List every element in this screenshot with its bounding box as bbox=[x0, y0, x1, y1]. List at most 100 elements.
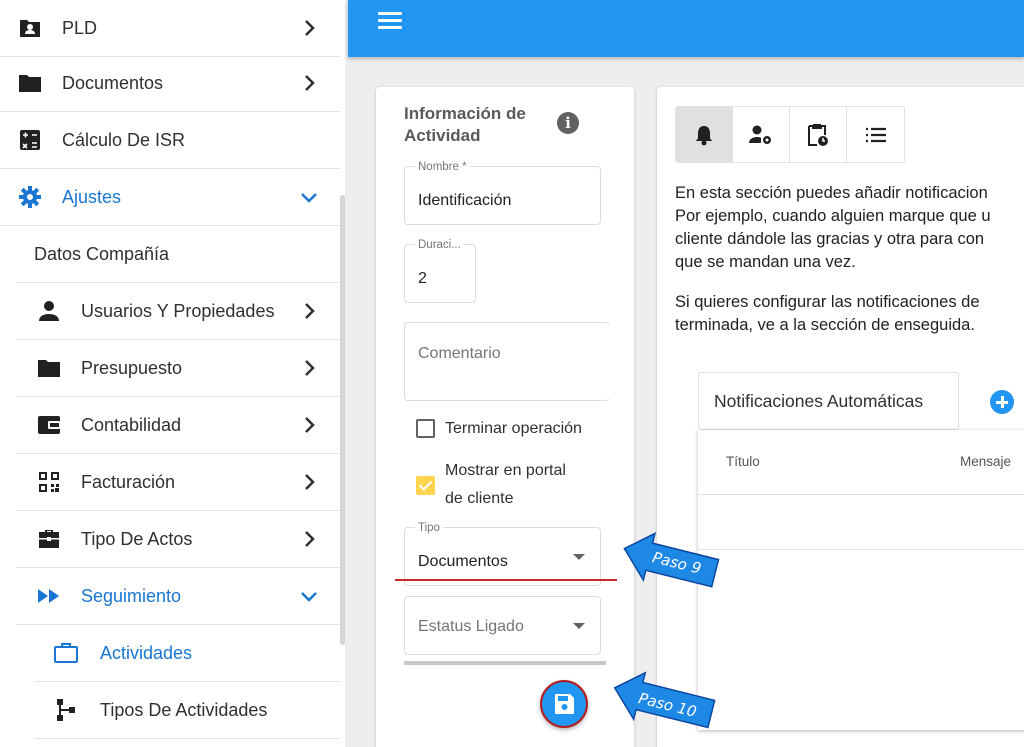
duracion-value: 2 bbox=[418, 270, 427, 287]
info-icon[interactable]: i bbox=[557, 112, 579, 134]
sidebar-item-documentos[interactable]: Documentos bbox=[0, 55, 340, 112]
folder-icon bbox=[17, 70, 43, 96]
sidebar-item-label: Datos Compañía bbox=[34, 243, 170, 264]
sidebar: PLD Documentos Cálculo De ISR Ajustes Da… bbox=[0, 0, 345, 747]
dropdown-caret-icon bbox=[573, 554, 585, 560]
terminar-label: Terminar operación bbox=[445, 419, 582, 437]
chevron-right-icon bbox=[305, 303, 315, 319]
sidebar-item-label: Actividades bbox=[100, 642, 193, 663]
estatus-ligado-select[interactable]: Estatus Ligado bbox=[404, 596, 601, 655]
sidebar-item-actividades[interactable]: Actividades bbox=[34, 625, 340, 682]
user-settings-tab-button[interactable] bbox=[733, 107, 790, 162]
chevron-right-icon bbox=[305, 20, 315, 36]
clipboard-clock-icon bbox=[808, 123, 828, 146]
fast-forward-icon bbox=[36, 583, 62, 609]
notifications-card: En esta sección puedes añadir notificaci… bbox=[657, 87, 1024, 747]
chevron-down-icon bbox=[301, 193, 317, 203]
nombre-label: Nombre * bbox=[415, 161, 470, 173]
tipo-value: Documentos bbox=[418, 553, 508, 570]
desc-line: terminada, ve a la sección de enseguida. bbox=[675, 316, 975, 334]
briefcase-outline-icon bbox=[53, 640, 79, 666]
sidebar-item-facturacion[interactable]: Facturación bbox=[16, 454, 340, 511]
qr-code-icon bbox=[36, 469, 62, 495]
sidebar-item-label: Contabilidad bbox=[81, 414, 182, 435]
mostrar-label-line-1: Mostrar en portal bbox=[445, 462, 566, 479]
sidebar-item-label: Tipos De Actividades bbox=[100, 699, 268, 720]
hamburger-menu-icon[interactable] bbox=[378, 12, 402, 32]
floppy-disk-icon bbox=[555, 694, 574, 714]
app-bar bbox=[348, 0, 1024, 57]
form-scrollbar[interactable] bbox=[404, 661, 606, 665]
sidebar-item-datos-compania[interactable]: Datos Compañía bbox=[16, 226, 340, 283]
description-text: En esta sección puedes añadir notificaci… bbox=[675, 182, 1024, 354]
duracion-label: Duraci... bbox=[415, 239, 464, 251]
duracion-field[interactable]: Duraci... 2 bbox=[404, 239, 476, 303]
bell-icon bbox=[696, 125, 712, 145]
checkbox-checked[interactable] bbox=[416, 475, 435, 495]
column-header-titulo: Título bbox=[726, 454, 760, 469]
column-header-mensaje: Mensaje bbox=[960, 454, 1012, 469]
sidebar-item-label: Cálculo De ISR bbox=[62, 129, 186, 150]
sidebar-item-presupuesto[interactable]: Presupuesto bbox=[16, 340, 340, 397]
chevron-right-icon bbox=[305, 474, 315, 490]
view-toggle-group bbox=[675, 106, 905, 163]
gear-icon bbox=[17, 184, 43, 210]
sidebar-item-label: PLD bbox=[62, 17, 98, 38]
hierarchy-icon bbox=[53, 697, 79, 723]
desc-line: Por ejemplo, cuando alguien marque que u bbox=[675, 207, 991, 225]
tipo-select[interactable]: Tipo Documentos bbox=[404, 522, 601, 586]
sidebar-item-label: Usuarios Y Propiedades bbox=[81, 300, 275, 321]
sidebar-item-label: Ajustes bbox=[62, 186, 122, 207]
save-button[interactable] bbox=[540, 680, 588, 728]
sidebar-item-ajustes[interactable]: Ajustes bbox=[0, 169, 340, 226]
sidebar-item-calculo-isr[interactable]: Cálculo De ISR bbox=[0, 112, 340, 169]
clipboard-clock-tab-button[interactable] bbox=[790, 107, 847, 162]
sidebar-item-label: Tipo De Actos bbox=[81, 528, 193, 549]
table-divider bbox=[698, 549, 1024, 550]
activity-form-card: Información de Actividad i Nombre * Iden… bbox=[376, 87, 634, 747]
sidebar-item-contabilidad[interactable]: Contabilidad bbox=[16, 397, 340, 454]
step-10-callout: Paso 10 bbox=[608, 670, 718, 740]
comentario-placeholder: Comentario bbox=[418, 345, 501, 362]
list-icon bbox=[865, 127, 886, 142]
notifications-tab-button[interactable] bbox=[676, 107, 733, 162]
mostrar-label: Mostrar en portal de cliente bbox=[445, 457, 566, 513]
terminar-operacion-checkbox[interactable]: Terminar operación bbox=[416, 419, 582, 438]
tab-notificaciones-automaticas[interactable]: Notificaciones Automáticas bbox=[698, 372, 959, 430]
sidebar-item-tipo-actos[interactable]: Tipo De Actos bbox=[16, 511, 340, 568]
card-title: Información de Actividad bbox=[404, 104, 526, 145]
comentario-field[interactable]: Comentario bbox=[404, 322, 610, 401]
chevron-right-icon bbox=[305, 75, 315, 91]
nombre-value: Identificación bbox=[418, 192, 512, 209]
dropdown-caret-icon bbox=[573, 623, 585, 629]
mostrar-portal-checkbox[interactable]: Mostrar en portal de cliente bbox=[416, 457, 566, 513]
red-underline-annotation bbox=[395, 579, 617, 581]
desc-line: que se mandan una vez. bbox=[675, 253, 856, 271]
notifications-table: Título Mensaje bbox=[698, 430, 1024, 730]
chevron-down-icon bbox=[301, 592, 317, 602]
nombre-field[interactable]: Nombre * Identificación bbox=[404, 161, 601, 225]
desc-line: Si quieres configurar las notificaciones… bbox=[675, 293, 980, 311]
user-gear-icon bbox=[749, 125, 771, 144]
briefcase-icon bbox=[36, 526, 62, 552]
add-icon[interactable] bbox=[990, 390, 1014, 414]
sidebar-item-usuarios[interactable]: Usuarios Y Propiedades bbox=[16, 283, 340, 340]
person-icon bbox=[36, 298, 62, 324]
sidebar-item-pld[interactable]: PLD bbox=[0, 0, 340, 57]
estatus-placeholder: Estatus Ligado bbox=[418, 618, 524, 635]
desc-line: En esta sección puedes añadir notificaci… bbox=[675, 184, 988, 202]
sidebar-item-label: Facturación bbox=[81, 471, 176, 492]
list-tab-button[interactable] bbox=[847, 107, 904, 162]
chevron-right-icon bbox=[305, 417, 315, 433]
tipo-label: Tipo bbox=[415, 522, 443, 534]
sidebar-item-label: Documentos bbox=[62, 72, 164, 93]
contact-folder-icon bbox=[17, 15, 43, 41]
sidebar-item-seguimiento[interactable]: Seguimiento bbox=[16, 568, 340, 625]
calculator-icon bbox=[17, 127, 43, 153]
checkbox-unchecked[interactable] bbox=[416, 419, 435, 438]
sidebar-scrollbar[interactable] bbox=[340, 195, 345, 645]
sidebar-item-label: Presupuesto bbox=[81, 357, 183, 378]
wallet-icon bbox=[36, 412, 62, 438]
desc-line: cliente dándole las gracias y otra para … bbox=[675, 230, 985, 248]
sidebar-item-tipos-actividades[interactable]: Tipos De Actividades bbox=[34, 682, 340, 739]
